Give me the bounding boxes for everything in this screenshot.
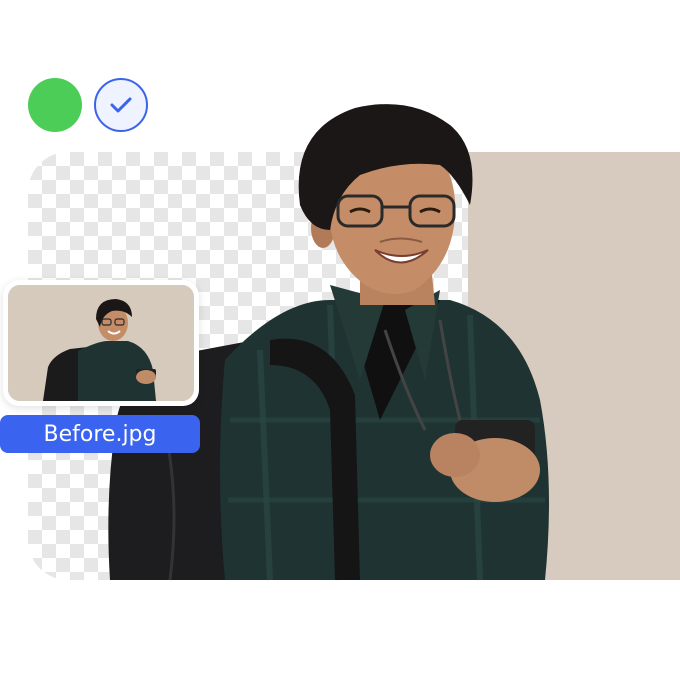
background-remover-preview: Before.jpg [0, 0, 680, 680]
before-thumbnail-card[interactable] [3, 280, 199, 406]
before-file-label: Before.jpg [0, 415, 200, 453]
before-thumbnail-image [8, 285, 194, 401]
before-photo-illustration [8, 285, 194, 401]
before-file-name: Before.jpg [43, 421, 157, 447]
